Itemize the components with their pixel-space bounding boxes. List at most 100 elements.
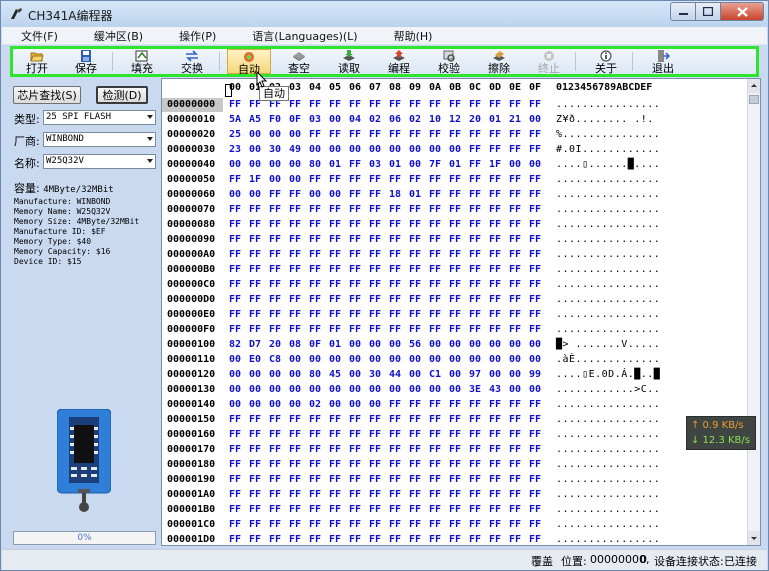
hex-byte[interactable]: 00 — [349, 399, 361, 410]
hex-byte[interactable]: FF — [409, 264, 421, 275]
hex-byte[interactable]: FF — [289, 504, 301, 515]
hex-byte[interactable]: FF — [429, 519, 441, 530]
vertical-scrollbar[interactable] — [747, 79, 760, 545]
hex-byte[interactable]: FF — [329, 99, 341, 110]
hex-byte[interactable]: 00 — [529, 339, 541, 350]
hex-byte[interactable]: 82 — [229, 339, 241, 350]
hex-byte[interactable]: FF — [249, 204, 261, 215]
hex-byte[interactable]: 00 — [289, 159, 301, 170]
hex-byte[interactable]: 00 — [509, 339, 521, 350]
hex-byte[interactable]: FF — [469, 159, 481, 170]
hex-byte[interactable]: FF — [229, 309, 241, 320]
hex-byte[interactable]: FF — [429, 489, 441, 500]
hex-byte[interactable]: FF — [289, 429, 301, 440]
hex-byte[interactable]: FF — [329, 534, 341, 545]
hex-byte[interactable]: FF — [249, 234, 261, 245]
hex-byte[interactable]: FF — [349, 189, 361, 200]
hex-byte[interactable]: 10 — [429, 114, 441, 125]
hex-byte[interactable]: FF — [449, 474, 461, 485]
hex-row[interactable]: 000000A0 FF FF FF FF FF FF FF FF FF FF FF FF FF FF FF FF… — [162, 248, 748, 263]
hex-byte[interactable]: FF — [429, 264, 441, 275]
hex-byte[interactable]: FF — [369, 174, 381, 185]
hex-byte[interactable]: FF — [269, 414, 281, 425]
hex-byte[interactable]: FF — [389, 204, 401, 215]
hex-byte[interactable]: FF — [529, 489, 541, 500]
hex-byte[interactable]: FF — [329, 249, 341, 260]
hex-byte[interactable]: 00 — [349, 339, 361, 350]
hex-byte[interactable]: FF — [389, 489, 401, 500]
hex-byte[interactable]: FF — [449, 219, 461, 230]
hex-byte[interactable]: FF — [509, 459, 521, 470]
hex-byte[interactable]: FF — [489, 309, 501, 320]
hex-byte[interactable]: FF — [329, 429, 341, 440]
hex-byte[interactable]: FF — [529, 279, 541, 290]
hex-byte[interactable]: FF — [509, 234, 521, 245]
hex-row[interactable]: 000000E0 FF FF FF FF FF FF FF FF FF FF FF FF FF FF FF FF… — [162, 308, 748, 323]
hex-byte[interactable]: 00 — [489, 354, 501, 365]
hex-byte[interactable]: FF — [389, 264, 401, 275]
hex-byte[interactable]: FF — [489, 324, 501, 335]
hex-row[interactable]: 00000030 23 00 30 49 00 00 00 00 00 00 00 00 FF FF FF FF… — [162, 143, 748, 158]
hex-byte[interactable]: FF — [529, 219, 541, 230]
hex-byte[interactable]: FF — [309, 474, 321, 485]
hex-byte[interactable]: 00 — [349, 384, 361, 395]
hex-byte[interactable]: FF — [349, 309, 361, 320]
hex-byte[interactable]: 00 — [329, 384, 341, 395]
hex-byte[interactable]: FF — [489, 129, 501, 140]
hex-byte[interactable]: FF — [449, 279, 461, 290]
hex-byte[interactable]: 00 — [349, 369, 361, 380]
hex-byte[interactable]: FF — [349, 129, 361, 140]
hex-byte[interactable]: FF — [509, 219, 521, 230]
hex-byte[interactable]: FF — [489, 414, 501, 425]
hex-byte[interactable]: FF — [489, 294, 501, 305]
hex-byte[interactable]: FF — [369, 294, 381, 305]
hex-byte[interactable]: FF — [429, 429, 441, 440]
hex-byte[interactable]: FF — [249, 474, 261, 485]
fill-button[interactable]: 填充 — [120, 49, 164, 75]
hex-byte[interactable]: FF — [349, 489, 361, 500]
hex-byte[interactable]: FF — [229, 234, 241, 245]
hex-byte[interactable]: FF — [509, 204, 521, 215]
minimize-button[interactable] — [670, 2, 696, 21]
hex-byte[interactable]: 49 — [289, 144, 301, 155]
hex-byte[interactable]: FF — [409, 279, 421, 290]
hex-byte[interactable]: FF — [529, 414, 541, 425]
hex-byte[interactable]: FF — [309, 174, 321, 185]
hex-byte[interactable]: FF — [409, 129, 421, 140]
hex-byte[interactable]: FF — [229, 504, 241, 515]
hex-byte[interactable]: FF — [409, 489, 421, 500]
hex-byte[interactable]: FF — [429, 474, 441, 485]
hex-byte[interactable]: FF — [229, 414, 241, 425]
hex-byte[interactable]: FF — [269, 429, 281, 440]
hex-byte[interactable]: 30 — [369, 369, 381, 380]
hex-byte[interactable]: FF — [389, 309, 401, 320]
hex-byte[interactable]: 44 — [389, 369, 401, 380]
hex-byte[interactable]: FF — [429, 399, 441, 410]
hex-byte[interactable]: FF — [469, 309, 481, 320]
hex-byte[interactable]: FF — [489, 279, 501, 290]
hex-byte[interactable]: FF — [329, 279, 341, 290]
hex-byte[interactable]: FF — [369, 249, 381, 260]
hex-byte[interactable]: FF — [489, 189, 501, 200]
hex-byte[interactable]: FF — [489, 519, 501, 530]
hex-byte[interactable]: FF — [509, 249, 521, 260]
hex-row[interactable]: 00000000 FF FF FF FF FF FF FF FF FF FF FF FF FF FF FF FF… — [162, 98, 748, 113]
hex-row[interactable]: 00000190 FF FF FF FF FF FF FF FF FF FF FF FF FF FF FF FF… — [162, 473, 748, 488]
chip-find-button[interactable]: 芯片查找(S) — [13, 86, 81, 104]
hex-byte[interactable]: 20 — [469, 114, 481, 125]
hex-byte[interactable]: FF — [289, 219, 301, 230]
hex-byte[interactable]: FF — [249, 504, 261, 515]
hex-byte[interactable]: FF — [449, 309, 461, 320]
hex-byte[interactable]: FF — [329, 324, 341, 335]
hex-row[interactable]: 000001A0 FF FF FF FF FF FF FF FF FF FF FF FF FF FF FF FF… — [162, 488, 748, 503]
hex-byte[interactable]: FF — [369, 414, 381, 425]
hex-byte[interactable]: FF — [409, 534, 421, 545]
hex-byte[interactable]: FF — [309, 324, 321, 335]
hex-byte[interactable]: FF — [369, 99, 381, 110]
hex-byte[interactable]: 00 — [249, 189, 261, 200]
hex-byte[interactable]: FF — [349, 249, 361, 260]
hex-byte[interactable]: 00 — [409, 369, 421, 380]
scroll-up-button[interactable] — [748, 79, 760, 93]
hex-byte[interactable]: FF — [369, 279, 381, 290]
hex-byte[interactable]: FF — [269, 219, 281, 230]
